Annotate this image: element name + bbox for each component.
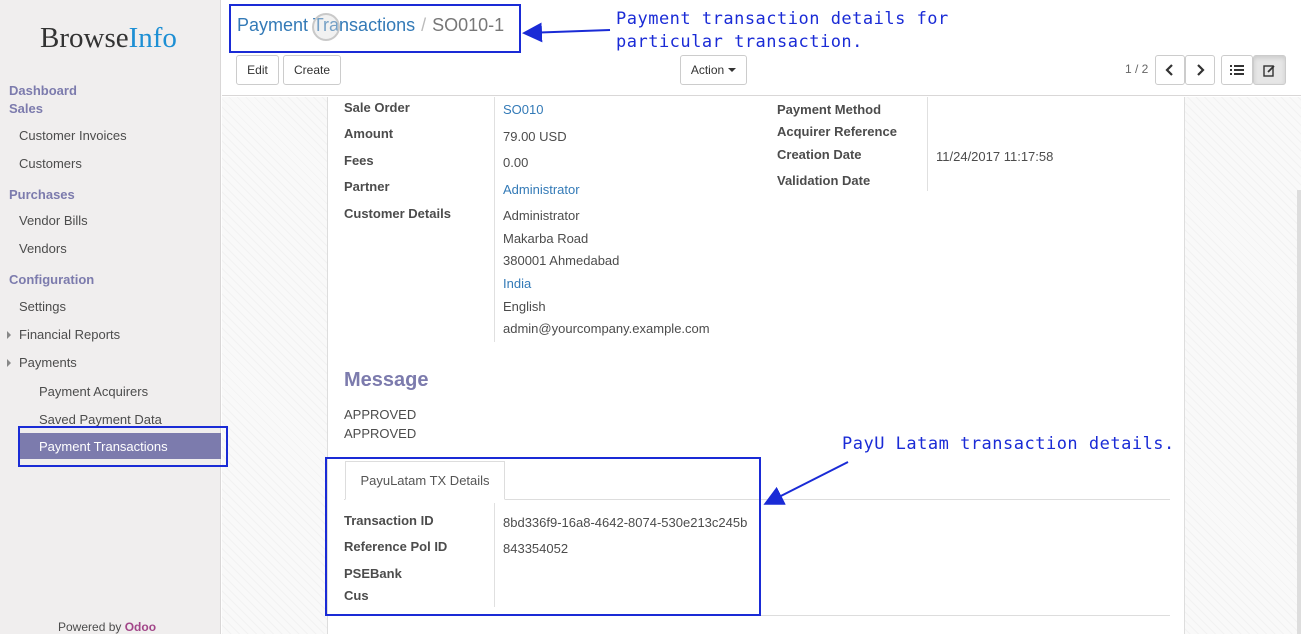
caret-right-icon[interactable]	[7, 331, 11, 339]
menu-item-payments[interactable]: Payments	[19, 355, 77, 370]
message-heading: Message	[344, 369, 429, 391]
fees-value: 0.00	[503, 155, 529, 170]
pager-value[interactable]: 1 / 2	[1125, 62, 1148, 76]
sidebar: BrowseInfo Dashboard Sales Customer Invo…	[0, 0, 221, 634]
browseinfo-logo[interactable]: BrowseInfo	[40, 22, 177, 55]
menu-item-vendors[interactable]: Vendors	[19, 241, 67, 256]
menu-section-configuration: Configuration	[9, 272, 95, 287]
menu-item-financial-reports[interactable]: Financial Reports	[19, 327, 120, 342]
message-line-1: APPROVED	[344, 407, 417, 422]
menu-item-customer-invoices[interactable]: Customer Invoices	[19, 128, 127, 143]
amount-value: 79.00 USD	[503, 129, 567, 144]
customer-city: 380001 Ahmedabad	[503, 253, 620, 268]
annotation-note-bottom: PayU Latam transaction details.	[842, 434, 1175, 454]
odoo-link[interactable]: Odoo	[125, 620, 156, 634]
caret-down-icon	[728, 68, 737, 72]
list-view-button[interactable]	[1221, 55, 1253, 85]
menu-item-customers[interactable]: Customers	[19, 156, 82, 171]
creation-date-label: Creation Date	[777, 147, 862, 162]
pager-previous-button[interactable]	[1155, 55, 1185, 85]
action-label: Action	[690, 63, 725, 77]
customer-country-link[interactable]: India	[503, 276, 531, 291]
message-line-2: APPROVED	[344, 426, 417, 441]
edit-form-icon	[1263, 64, 1275, 77]
fees-label: Fees	[344, 153, 374, 168]
pager-next-button[interactable]	[1185, 55, 1215, 85]
chevron-left-icon	[1165, 64, 1173, 76]
form-view-button[interactable]	[1253, 55, 1286, 85]
scrollbar[interactable]	[1297, 190, 1301, 634]
customer-details-label: Customer Details	[344, 206, 451, 221]
amount-label: Amount	[344, 126, 394, 141]
payment-method-label: Payment Method	[777, 102, 882, 117]
field-divider	[494, 97, 495, 342]
customer-email: admin@yourcompany.example.com	[503, 321, 710, 336]
creation-date-value: 11/24/2017 11:17:58	[936, 149, 1054, 164]
validation-date-label: Validation Date	[777, 173, 871, 188]
edit-button[interactable]: Edit	[236, 55, 279, 85]
customer-street: Makarba Road	[503, 231, 589, 246]
annotation-note-top-line2: particular transaction.	[616, 32, 863, 52]
sale-order-link[interactable]: SO010	[503, 102, 543, 117]
menu-section-purchases: Purchases	[9, 187, 75, 202]
menu-dashboard[interactable]: Dashboard	[9, 83, 77, 98]
sale-order-label: Sale Order	[344, 100, 410, 115]
customer-language: English	[503, 299, 546, 314]
customer-name: Administrator	[503, 208, 580, 223]
list-view-icon	[1230, 65, 1244, 75]
menu-item-vendor-bills[interactable]: Vendor Bills	[19, 213, 88, 228]
annotation-box-payu-details	[325, 457, 761, 616]
partner-label: Partner	[344, 179, 390, 194]
annotation-box-breadcrumb	[229, 4, 521, 53]
menu-item-settings[interactable]: Settings	[19, 299, 66, 314]
annotation-note-top: Payment transaction details for particul…	[616, 8, 949, 54]
powered-by: Powered by Odoo	[58, 620, 157, 634]
menu-section-sales: Sales	[9, 101, 43, 116]
caret-right-icon[interactable]	[7, 359, 11, 367]
create-button[interactable]: Create	[283, 55, 341, 85]
partner-link[interactable]: Administrator	[503, 182, 580, 197]
menu-item-payment-acquirers[interactable]: Payment Acquirers	[39, 384, 148, 399]
annotation-note-top-line1: Payment transaction details for	[616, 9, 949, 29]
acquirer-reference-label: Acquirer Reference	[777, 124, 897, 139]
field-divider	[927, 97, 928, 191]
action-dropdown[interactable]: Action	[680, 55, 747, 85]
annotation-box-menu	[18, 426, 228, 467]
menu-item-saved-payment-data[interactable]: Saved Payment Data	[39, 412, 162, 427]
chevron-right-icon	[1197, 64, 1205, 76]
